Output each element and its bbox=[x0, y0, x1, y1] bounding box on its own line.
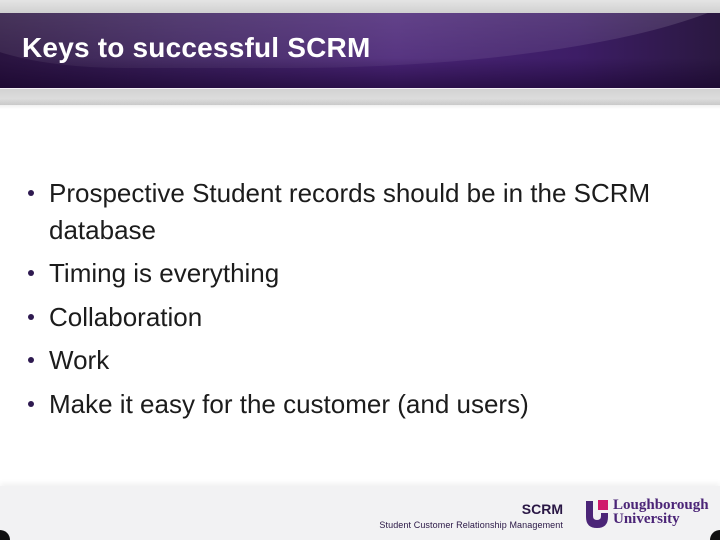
title-underband bbox=[0, 88, 720, 109]
logo-line-1: Loughborough bbox=[613, 497, 709, 513]
slide-title: Keys to successful SCRM bbox=[22, 32, 371, 63]
bullet-text: Prospective Student records should be in… bbox=[49, 178, 651, 245]
title-bar: Keys to successful SCRM bbox=[0, 13, 720, 88]
bullet-item: Prospective Student records should be in… bbox=[22, 175, 682, 248]
bullet-text: Collaboration bbox=[49, 301, 203, 332]
university-logo: Loughborough University bbox=[585, 497, 715, 531]
bullet-item: Work bbox=[22, 342, 682, 379]
footer-abbreviation: SCRM bbox=[521, 501, 563, 517]
bullet-text: Make it easy for the customer (and users… bbox=[49, 388, 529, 419]
bullet-dot-icon bbox=[28, 357, 34, 363]
corner-decoration bbox=[0, 530, 10, 540]
bullet-text: Work bbox=[49, 345, 110, 375]
logo-wordmark: Loughborough University bbox=[613, 497, 709, 527]
bullet-dot-icon bbox=[28, 313, 34, 320]
bullet-dot-icon bbox=[28, 400, 34, 407]
bullet-dot-icon bbox=[28, 190, 34, 196]
footer: SCRM Student Customer Relationship Manag… bbox=[0, 486, 720, 540]
loughborough-shield-icon bbox=[586, 500, 608, 528]
bullet-dot-icon bbox=[28, 270, 34, 276]
bullet-list: Prospective Student records should be in… bbox=[22, 175, 682, 429]
footer-full-name: Student Customer Relationship Management bbox=[379, 520, 563, 530]
bullet-item: Make it easy for the customer (and users… bbox=[22, 386, 682, 423]
bullet-item: Collaboration bbox=[22, 299, 682, 336]
corner-decoration bbox=[710, 530, 720, 540]
logo-line-2: University bbox=[613, 511, 680, 527]
bullet-text: Timing is everything bbox=[49, 258, 280, 288]
top-band bbox=[0, 0, 720, 13]
bullet-item: Timing is everything bbox=[22, 255, 682, 292]
